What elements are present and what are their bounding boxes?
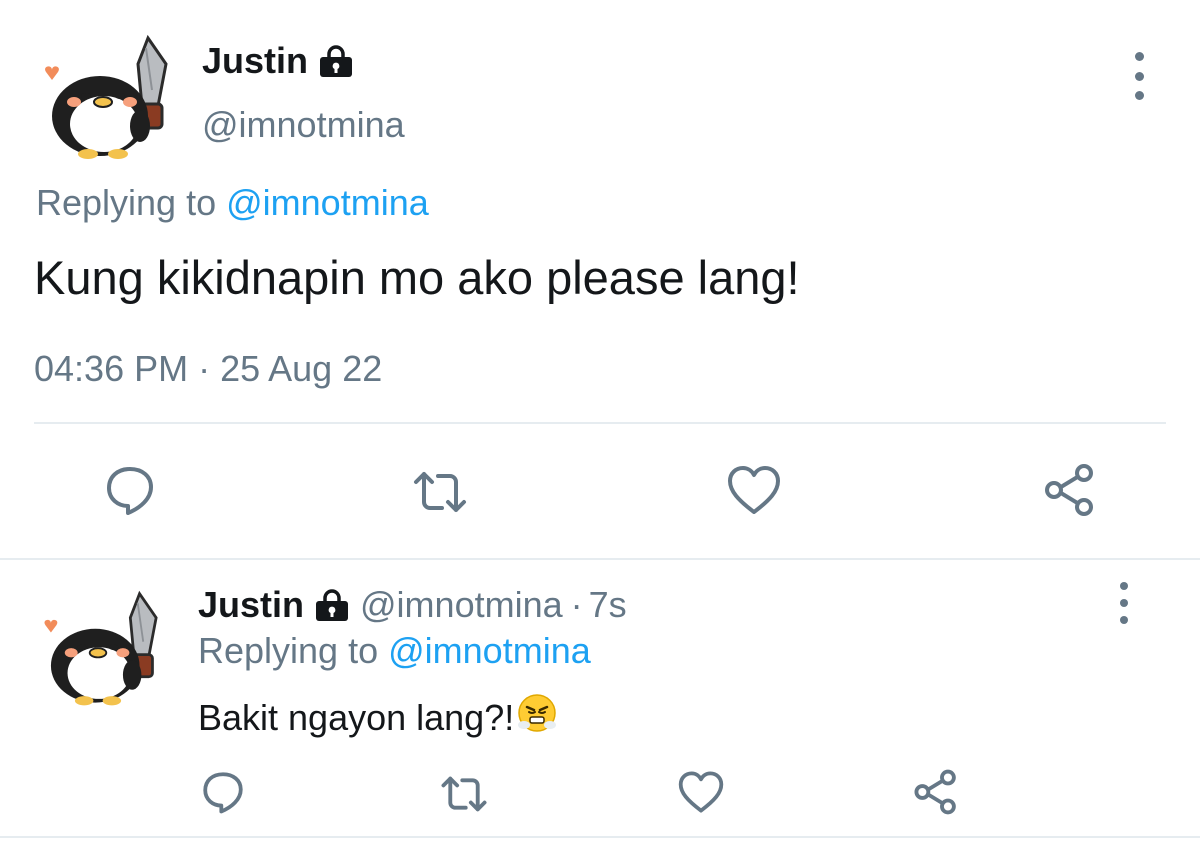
replying-to-link[interactable]: @imnotmina [226, 182, 429, 223]
replying-to-label: Replying to [198, 630, 379, 671]
share-icon [914, 769, 956, 815]
avatar[interactable] [38, 590, 158, 710]
replying-to-link[interactable]: @imnotmina [388, 630, 591, 671]
share-icon [1045, 464, 1093, 516]
retweet-icon [414, 472, 466, 512]
reply-icon [203, 772, 243, 814]
like-button[interactable] [722, 460, 786, 520]
like-icon [678, 771, 724, 813]
penguin-avatar-image [44, 590, 158, 706]
reply-button[interactable] [196, 768, 250, 816]
more-options-icon[interactable] [1112, 582, 1136, 624]
share-button[interactable] [908, 768, 964, 816]
like-icon [728, 466, 780, 514]
replying-to-line: Replying to @imnotmina [198, 630, 591, 672]
author-handle[interactable]: @imnotmina [360, 584, 563, 626]
like-button[interactable] [673, 768, 729, 816]
retweet-button[interactable] [408, 462, 472, 522]
meta-separator: · [570, 584, 583, 625]
reply-button[interactable] [98, 460, 162, 520]
retweet-button[interactable] [436, 770, 492, 818]
tweet-timestamp[interactable]: 04:36 PM · 25 Aug 22 [34, 348, 382, 390]
penguin-avatar-image [45, 34, 168, 159]
divider [34, 422, 1166, 424]
author-handle[interactable]: @imnotmina [202, 104, 405, 146]
lock-icon [318, 45, 354, 77]
reply-icon [107, 467, 153, 515]
author-name[interactable]: Justin [198, 584, 304, 626]
replying-to-line: Replying to @imnotmina [36, 182, 429, 224]
replying-to-label: Replying to [36, 182, 217, 223]
author-name[interactable]: Justin [202, 40, 308, 82]
share-button[interactable] [1038, 460, 1102, 520]
tweet-text: Kung kikidnapin mo ako please lang! [34, 251, 800, 304]
retweet-icon [441, 776, 487, 812]
huffing-face-emoji [516, 692, 558, 743]
more-options-icon[interactable] [1127, 52, 1151, 100]
avatar[interactable] [38, 34, 168, 164]
lock-icon [314, 589, 350, 621]
divider [0, 558, 1200, 560]
divider [0, 836, 1200, 838]
tweet-age[interactable]: 7s [589, 584, 627, 626]
reply-text-line: Bakit ngayon lang?! [198, 692, 558, 743]
tweet-text: Bakit ngayon lang?! [198, 696, 515, 738]
